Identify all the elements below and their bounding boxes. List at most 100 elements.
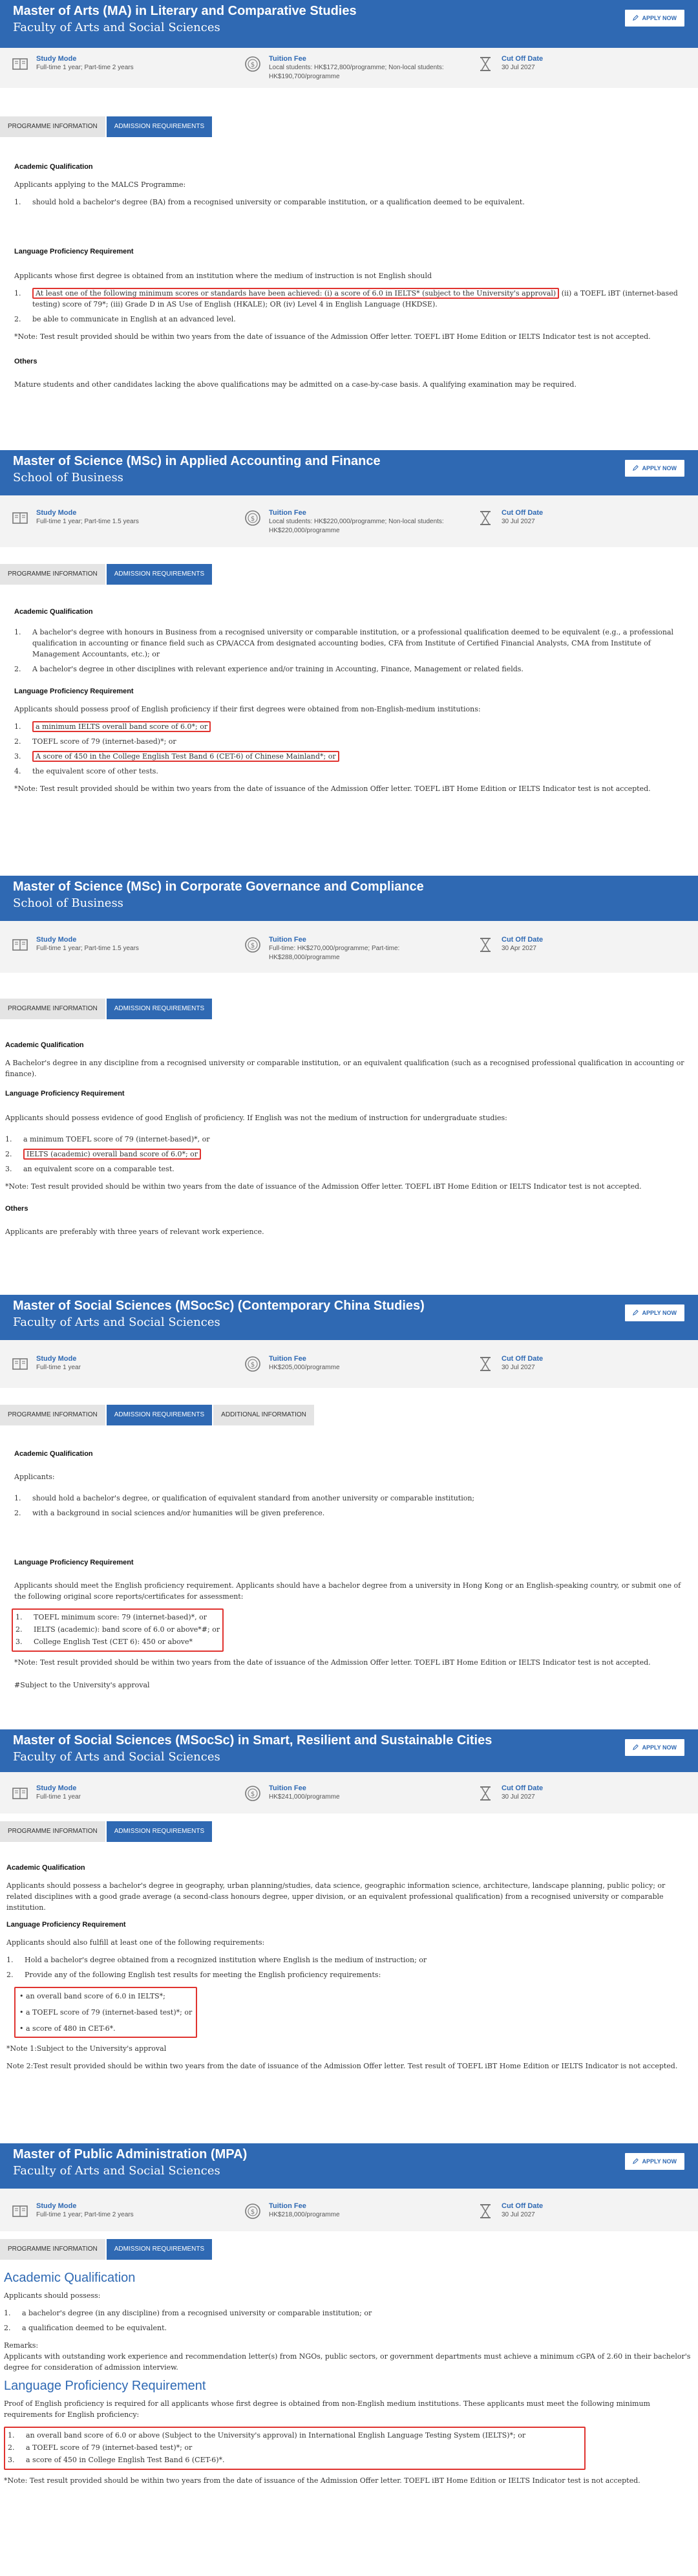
highlight-box: 1. TOEFL minimum score: 79 (internet-base… [12, 1608, 224, 1652]
programme-2: Master of Science (MSc) in Applied Accou… [0, 450, 698, 876]
highlight-box: • an overall band score of 6.0 in IELTS*… [14, 1987, 198, 2038]
pen-icon [633, 2158, 639, 2164]
hourglass-icon [477, 2203, 494, 2220]
apply-now-button[interactable]: APPLY NOW [624, 459, 685, 477]
list-item: 1. a minimum TOEFL score of 79 (internet-… [5, 1135, 210, 1143]
list-item: 3. A score of 450 in the College English … [14, 751, 684, 762]
study-mode-value: Full-time 1 year; Part-time 1.5 years [36, 518, 139, 525]
apply-now-button[interactable]: APPLY NOW [624, 1304, 685, 1322]
cut-off-date-label: Cut Off Date [502, 509, 544, 517]
highlight-box: IELTS (academic) overall band score of 6… [23, 1149, 202, 1160]
cut-off-date-label: Cut Off Date [502, 55, 544, 63]
requirements-content: Academic Qualification Applicants applyi… [0, 138, 698, 390]
study-mode-value: Full-time 1 year; Part-time 2 years [36, 64, 134, 71]
programme-4: Master of Social Sciences (MSocSc) (Cont… [0, 1295, 698, 1729]
tuition-fee-label: Tuition Fee [269, 1784, 306, 1792]
study-mode-label: Study Mode [36, 1355, 77, 1363]
apply-now-button[interactable]: APPLY NOW [624, 9, 685, 27]
cut-off-date-value: 30 Jul 2027 [502, 518, 535, 525]
cut-off-date-value: 30 Jul 2027 [502, 2211, 535, 2218]
tab-admission-requirements[interactable]: ADMISSION REQUIREMENTS [106, 2239, 213, 2260]
list-item: 2. be able to communicate in English at a… [14, 315, 236, 323]
programme-1: Master of Arts (MA) in Literary and Comp… [0, 0, 698, 450]
list-item: 1. an overall band score of 6.0 or above … [8, 2431, 526, 2440]
tuition-fee-label: Tuition Fee [269, 1355, 306, 1363]
list-item: 2. IELTS (academic) overall band score of… [5, 1149, 693, 1160]
study-mode-label: Study Mode [36, 509, 77, 517]
faculty-name: Faculty of Arts and Social Sciences [13, 21, 220, 34]
list-item: 3. a score of 450 in College English Test… [8, 2456, 225, 2464]
list-item: 2. with a background in social sciences a… [14, 1509, 325, 1517]
tuition-fee-value: HK$205,000/programme [269, 1364, 340, 1371]
programme-info-bar: Study Mode Full-time 1 year; Part-time 2 … [0, 48, 698, 88]
tab-bar: PROGRAMME INFORMATION ADMISSION REQUIREM… [0, 88, 698, 138]
faculty-name: School of Business [13, 471, 123, 484]
list-item: 1. should hold a bachelor's degree (BA) f… [14, 198, 525, 206]
note: *Note 1:Subject to the University's appr… [6, 2044, 167, 2053]
section-heading: Others [14, 358, 37, 365]
programme-header: Master of Science (MSc) in Corporate Gov… [0, 876, 698, 921]
note: *Note: Test result provided should be wi… [14, 332, 651, 341]
footnote: #Subject to the University's approval [14, 1681, 150, 1689]
list-item: 1. Hold a bachelor's degree obtained from… [6, 1956, 427, 1964]
tab-admission-requirements[interactable]: ADMISSION REQUIREMENTS [106, 1405, 213, 1425]
tab-programme-information[interactable]: PROGRAMME INFORMATION [0, 116, 105, 137]
programme-3: Master of Science (MSc) in Corporate Gov… [0, 876, 698, 1295]
study-mode-value: Full-time 1 year; Part-time 1.5 years [36, 945, 139, 952]
cut-off-date-label: Cut Off Date [502, 936, 544, 944]
section-heading: Language Proficiency Requirement [6, 1921, 126, 1929]
tab-bar: PROGRAMME INFORMATION ADMISSION REQUIREM… [0, 547, 698, 586]
cut-off-date-value: 30 Jul 2027 [502, 1793, 535, 1801]
tab-programme-information[interactable]: PROGRAMME INFORMATION [0, 2239, 105, 2260]
book-icon [12, 936, 28, 953]
programme-info-bar: Study Mode Full-time 1 year; Part-time 2 … [0, 2189, 698, 2231]
study-mode-value: Full-time 1 year [36, 1793, 81, 1801]
apply-now-button[interactable]: APPLY NOW [624, 1738, 685, 1757]
section-heading: Language Proficiency Requirement [5, 1090, 125, 1098]
tab-admission-requirements[interactable]: ADMISSION REQUIREMENTS [106, 999, 213, 1019]
requirements-content: Academic Qualification 1. A bachelor's de… [0, 586, 698, 794]
tab-admission-requirements[interactable]: ADMISSION REQUIREMENTS [106, 116, 213, 137]
cut-off-date-label: Cut Off Date [502, 2202, 544, 2210]
requirements-content: Academic Qualification Applicants: 1. sho… [0, 1427, 698, 1691]
study-mode-label: Study Mode [36, 1784, 77, 1792]
cut-off-date-value: 30 Jul 2027 [502, 64, 535, 71]
tab-programme-information[interactable]: PROGRAMME INFORMATION [0, 999, 105, 1019]
list-item: 3. an equivalent score on a comparable te… [5, 1165, 174, 1173]
hourglass-icon [477, 56, 494, 72]
book-icon [12, 56, 28, 72]
list-item: • a score of 480 in CET-6*. [19, 2024, 116, 2033]
programme-info-bar: Study Mode Full-time 1 year Tuition Fee HK… [0, 1772, 698, 1813]
list-item: 1. a minimum IELTS overall band score of … [14, 721, 684, 732]
book-icon [12, 510, 28, 526]
section-heading: Others [5, 1205, 28, 1213]
tab-programme-information[interactable]: PROGRAMME INFORMATION [0, 564, 105, 585]
programme-title: Master of Social Sciences (MSocSc) (Cont… [13, 1299, 425, 1313]
pen-icon [633, 15, 639, 21]
tab-additional-information[interactable]: ADDITIONAL INFORMATION [213, 1405, 314, 1425]
list-item: 1. a bachelor's degree (in any discipline… [4, 2309, 372, 2317]
apply-now-button[interactable]: APPLY NOW [624, 2152, 685, 2170]
note: *Note: Test result provided should be wi… [5, 1182, 642, 1191]
list-item: 2. a TOEFL score of 79 (internet-based te… [8, 2443, 193, 2452]
section-heading: Language Proficiency Requirement [14, 1559, 134, 1566]
tab-programme-information[interactable]: PROGRAMME INFORMATION [0, 1405, 105, 1425]
tab-bar: PROGRAMME INFORMATION ADMISSION REQUIREM… [0, 1813, 698, 1843]
tuition-fee-value: HK$218,000/programme [269, 2211, 340, 2218]
faculty-name: Faculty of Arts and Social Sciences [13, 2164, 220, 2178]
cut-off-date-value: 30 Jul 2027 [502, 1364, 535, 1371]
tuition-fee-label: Tuition Fee [269, 2202, 306, 2210]
tab-admission-requirements[interactable]: ADMISSION REQUIREMENTS [106, 1821, 213, 1842]
programme-title: Master of Arts (MA) in Literary and Comp… [13, 4, 357, 18]
section-heading: Academic Qualification [14, 163, 93, 171]
coin-icon [244, 1785, 261, 1802]
requirements-content: Academic Qualification A Bachelor's degr… [0, 1021, 698, 1237]
programme-title: Master of Social Sciences (MSocSc) in Sm… [13, 1733, 492, 1748]
hourglass-icon [477, 1785, 494, 1802]
tab-admission-requirements[interactable]: ADMISSION REQUIREMENTS [106, 564, 213, 585]
highlight-box: A score of 450 in the College English Te… [32, 751, 339, 762]
study-mode-label: Study Mode [36, 55, 77, 63]
faculty-name: Faculty of Arts and Social Sciences [13, 1315, 220, 1329]
tab-programme-information[interactable]: PROGRAMME INFORMATION [0, 1821, 105, 1842]
programme-title: Master of Public Administration (MPA) [13, 2147, 248, 2161]
